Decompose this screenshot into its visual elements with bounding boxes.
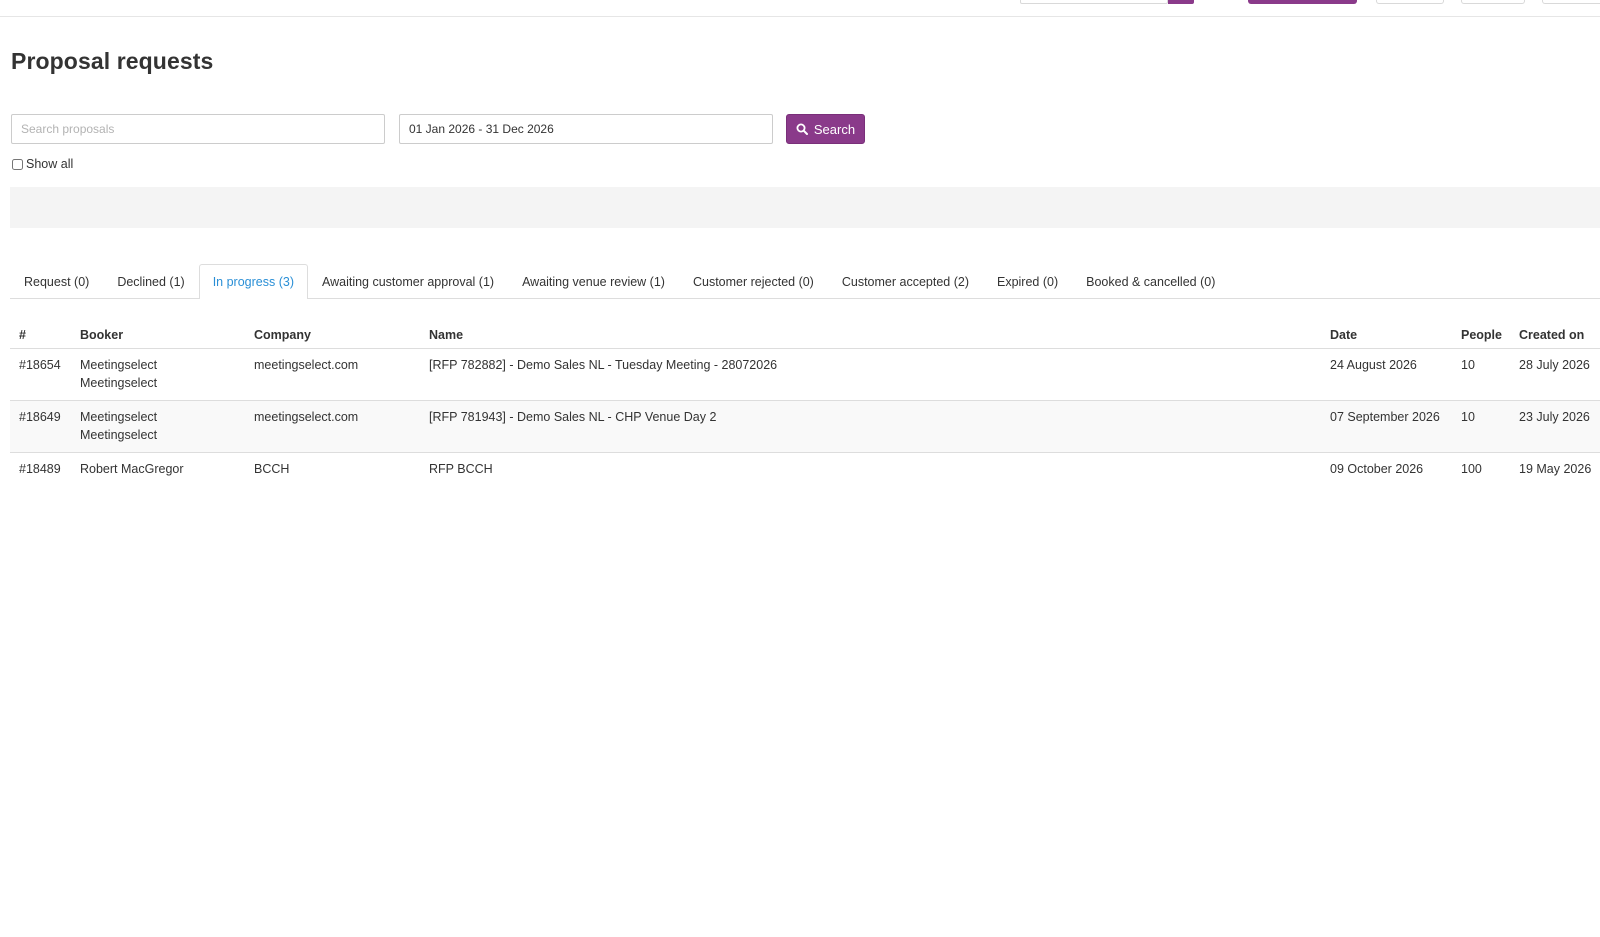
- header-button-2[interactable]: [1461, 0, 1525, 4]
- cell-company: meetingselect.com: [245, 348, 420, 401]
- cell-booker: Meetingselect Meetingselect: [71, 400, 245, 453]
- tab-declined[interactable]: Declined (1): [103, 264, 198, 298]
- tab-expired[interactable]: Expired (0): [983, 264, 1072, 298]
- table-row[interactable]: #18649 Meetingselect Meetingselect meetin…: [10, 400, 1600, 453]
- date-range-input[interactable]: [399, 114, 773, 144]
- search-icon: [796, 123, 808, 135]
- booker-line-1: Robert MacGregor: [80, 461, 184, 476]
- tab-in-progress[interactable]: In progress (3): [198, 264, 308, 299]
- header-button-3[interactable]: [1542, 0, 1600, 4]
- search-button-label: Search: [813, 121, 856, 137]
- cell-booker: Robert MacGregor: [71, 452, 245, 486]
- tab-customer-rejected[interactable]: Customer rejected (0): [679, 264, 828, 298]
- header-company[interactable]: Company: [245, 322, 420, 349]
- booker-line-1: Meetingselect: [80, 409, 158, 424]
- cell-id: #18649: [10, 400, 71, 453]
- cell-date: 09 October 2026: [1330, 461, 1424, 476]
- header-name[interactable]: Name: [420, 322, 1321, 349]
- header-primary-button[interactable]: [1248, 0, 1357, 4]
- cell-name[interactable]: [RFP 782882] - Demo Sales NL - Tuesday M…: [420, 348, 1321, 401]
- page-title: Proposal requests: [11, 48, 214, 74]
- header-people[interactable]: People: [1452, 322, 1510, 349]
- cell-created-on: 19 May 2026: [1519, 461, 1592, 476]
- table-header-row: # Booker Company Name Date People Create…: [10, 322, 1600, 349]
- tab-booked-and-cancelled[interactable]: Booked & cancelled (0): [1072, 264, 1229, 298]
- booker-line-1: Meetingselect: [80, 357, 158, 372]
- cell-created-on: 23 July 2026: [1510, 400, 1600, 453]
- show-all-label: Show all: [26, 157, 74, 171]
- cell-people: 10: [1452, 348, 1510, 401]
- top-header-bar: [0, 0, 1600, 17]
- search-proposals-input[interactable]: [11, 114, 385, 144]
- cell-id: #18654: [10, 348, 71, 401]
- tab-request[interactable]: Request (0): [10, 264, 103, 298]
- cell-people: 100: [1461, 461, 1482, 476]
- cell-people: 10: [1452, 400, 1510, 453]
- filter-summary-bar: [10, 187, 1600, 228]
- show-all-checkbox[interactable]: [12, 158, 23, 170]
- table-row[interactable]: #18654 Meetingselect Meetingselect meetin…: [10, 348, 1600, 401]
- cell-created-on: 28 July 2026: [1510, 348, 1600, 401]
- header-booker[interactable]: Booker: [71, 322, 245, 349]
- tab-awaiting-customer-approval[interactable]: Awaiting customer approval (1): [308, 264, 508, 298]
- show-all-toggle[interactable]: Show all: [11, 157, 73, 171]
- booker-line-2: Meetingselect: [80, 427, 158, 442]
- cell-date: 07 September 2026: [1321, 400, 1452, 453]
- booker-line-2: Meetingselect: [80, 375, 158, 390]
- cell-id: #18489: [19, 461, 61, 476]
- cell-company: meetingselect.com: [245, 400, 420, 453]
- tab-customer-accepted[interactable]: Customer accepted (2): [828, 264, 983, 298]
- status-tabs: Request (0) Declined (1) In progress (3) Aw…: [10, 264, 1600, 299]
- header-button-1[interactable]: [1376, 0, 1444, 4]
- header-search-button[interactable]: [1168, 0, 1194, 4]
- cell-booker: Meetingselect Meetingselect: [71, 348, 245, 401]
- search-button[interactable]: Search: [786, 114, 865, 144]
- table-row[interactable]: #18489 Robert MacGregor BCCH RFP BCCH 09…: [10, 452, 1600, 486]
- header-created-on[interactable]: Created on: [1510, 322, 1600, 349]
- cell-name[interactable]: [RFP 781943] - Demo Sales NL - CHP Venue…: [420, 400, 1321, 453]
- header-date[interactable]: Date: [1321, 322, 1452, 349]
- cell-name[interactable]: RFP BCCH: [420, 452, 1321, 486]
- cell-company: BCCH: [254, 461, 290, 476]
- tab-awaiting-venue-review[interactable]: Awaiting venue review (1): [508, 264, 679, 298]
- proposals-table: # Booker Company Name Date People Create…: [10, 322, 1600, 486]
- header-search-input[interactable]: [1020, 0, 1168, 4]
- header-id[interactable]: #: [10, 322, 71, 349]
- cell-date: 24 August 2026: [1321, 348, 1452, 401]
